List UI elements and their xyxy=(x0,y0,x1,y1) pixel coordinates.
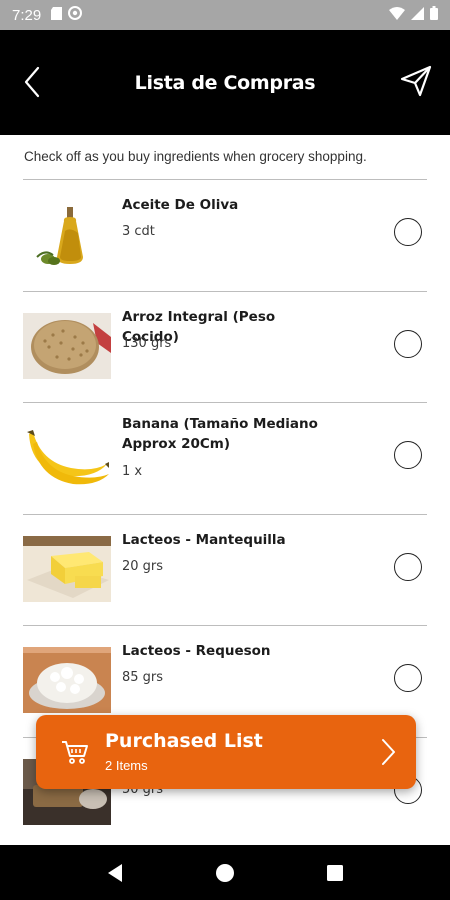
shopping-cart-icon xyxy=(62,741,88,764)
cottage-cheese-image xyxy=(23,647,111,713)
back-triangle-icon xyxy=(108,863,122,882)
purchase-checkbox[interactable] xyxy=(394,441,422,469)
item-quantity: 1 x xyxy=(122,464,143,479)
purchased-list-title: Purchased List xyxy=(105,730,263,752)
battery-icon xyxy=(430,6,438,24)
nav-home-button[interactable] xyxy=(205,853,245,893)
purchase-checkbox[interactable] xyxy=(394,664,422,692)
signal-icon xyxy=(411,6,424,24)
chevron-left-icon xyxy=(24,66,40,98)
status-bar: 7:29 xyxy=(0,0,450,30)
purchase-checkbox[interactable] xyxy=(394,552,422,581)
app-bar: Lista de Compras xyxy=(0,30,450,135)
paper-plane-icon xyxy=(400,65,432,97)
back-button[interactable] xyxy=(14,62,50,102)
item-name: Aceite De Oliva xyxy=(122,197,239,213)
share-button[interactable] xyxy=(398,63,434,99)
instructions-text: Check off as you buy ingredients when gr… xyxy=(24,149,367,164)
system-nav-bar xyxy=(0,845,450,900)
status-time: 7:29 xyxy=(12,6,42,24)
item-quantity: 20 grs xyxy=(122,558,164,574)
item-quantity: 85 grs xyxy=(122,670,164,685)
recents-square-icon xyxy=(327,864,343,881)
purchased-count: 2 Items xyxy=(105,758,148,773)
item-quantity: 130 grs xyxy=(122,335,172,351)
nav-back-button[interactable] xyxy=(95,853,135,893)
sd-card-icon xyxy=(51,6,63,24)
item-name: Lacteos - Requeson xyxy=(122,643,271,659)
brown-rice-image xyxy=(23,312,111,379)
at-sign-icon xyxy=(68,6,83,24)
wifi-icon xyxy=(389,6,405,24)
item-quantity: 3 cdt xyxy=(122,224,155,239)
olive-oil-image xyxy=(23,201,111,267)
list-item[interactable]: Aceite De Oliva 3 cdt xyxy=(23,180,427,292)
bananas-image xyxy=(23,424,111,490)
purchased-list-button[interactable]: Purchased List 2 Items xyxy=(36,715,416,789)
butter-image xyxy=(23,535,111,602)
list-item[interactable]: Lacteos - Mantequilla 20 grs xyxy=(23,515,427,626)
nav-recents-button[interactable] xyxy=(315,853,355,893)
item-name: Lacteos - Mantequilla xyxy=(122,531,286,548)
list-item[interactable]: Banana (Tamaño Mediano Approx 20Cm) 1 x xyxy=(23,403,427,515)
home-circle-icon xyxy=(216,863,234,882)
purchase-checkbox[interactable] xyxy=(394,329,422,358)
purchase-checkbox[interactable] xyxy=(394,218,422,246)
item-name: Banana (Tamaño Mediano Approx 20Cm) xyxy=(122,416,318,452)
page-title: Lista de Compras xyxy=(134,71,316,94)
chevron-right-icon xyxy=(382,739,395,765)
list-item[interactable]: Arroz Integral (Peso Cocido) 130 grs xyxy=(23,292,427,403)
